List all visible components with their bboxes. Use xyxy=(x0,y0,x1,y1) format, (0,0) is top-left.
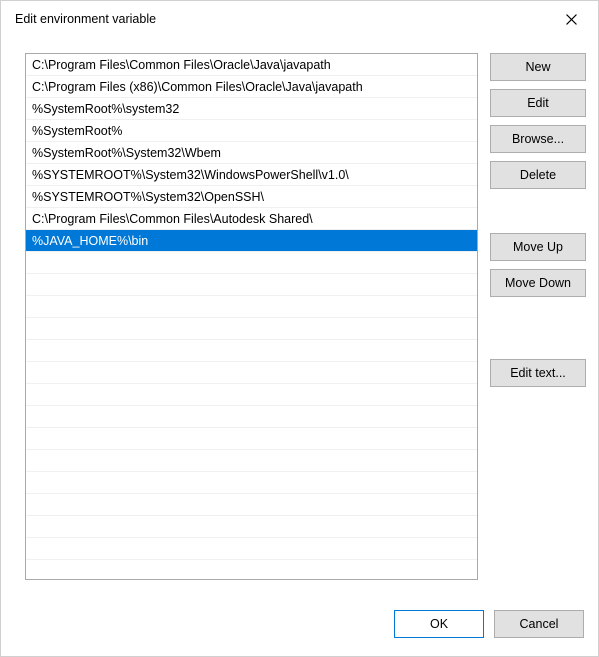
move-up-button[interactable]: Move Up xyxy=(490,233,586,261)
dialog-footer: OK Cancel xyxy=(1,598,598,656)
new-button[interactable]: New xyxy=(490,53,586,81)
close-icon xyxy=(566,14,577,25)
ok-button[interactable]: OK xyxy=(394,610,484,638)
path-list-item[interactable]: C:\Program Files (x86)\Common Files\Orac… xyxy=(26,76,477,98)
path-list-item[interactable]: %SYSTEMROOT%\System32\WindowsPowerShell\… xyxy=(26,164,477,186)
edit-button[interactable]: Edit xyxy=(490,89,586,117)
listbox-empty-area xyxy=(26,252,477,579)
close-button[interactable] xyxy=(556,5,586,33)
spacer xyxy=(490,305,586,351)
path-list-item[interactable]: %JAVA_HOME%\bin xyxy=(26,230,477,252)
edit-env-var-dialog: Edit environment variable C:\Program Fil… xyxy=(0,0,599,657)
path-list-item[interactable]: %SystemRoot%\system32 xyxy=(26,98,477,120)
path-list-item[interactable]: %SYSTEMROOT%\System32\OpenSSH\ xyxy=(26,186,477,208)
browse-button[interactable]: Browse... xyxy=(490,125,586,153)
side-buttons: New Edit Browse... Delete Move Up Move D… xyxy=(490,53,586,594)
path-list-item[interactable]: %SystemRoot% xyxy=(26,120,477,142)
move-down-button[interactable]: Move Down xyxy=(490,269,586,297)
window-title: Edit environment variable xyxy=(15,12,156,26)
path-listbox[interactable]: C:\Program Files\Common Files\Oracle\Jav… xyxy=(25,53,478,580)
dialog-content: C:\Program Files\Common Files\Oracle\Jav… xyxy=(1,37,598,598)
titlebar: Edit environment variable xyxy=(1,1,598,37)
spacer xyxy=(490,197,586,225)
path-list-item[interactable]: C:\Program Files\Common Files\Autodesk S… xyxy=(26,208,477,230)
path-list-item[interactable]: C:\Program Files\Common Files\Oracle\Jav… xyxy=(26,54,477,76)
delete-button[interactable]: Delete xyxy=(490,161,586,189)
edit-text-button[interactable]: Edit text... xyxy=(490,359,586,387)
cancel-button[interactable]: Cancel xyxy=(494,610,584,638)
path-list-item[interactable]: %SystemRoot%\System32\Wbem xyxy=(26,142,477,164)
